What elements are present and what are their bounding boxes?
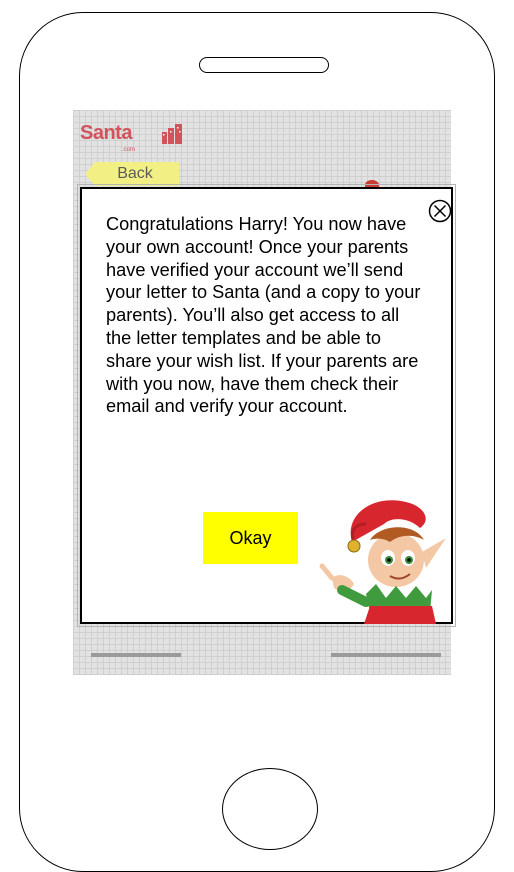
okay-button[interactable]: Okay [203,512,298,564]
site-logo[interactable]: Santa [80,122,132,145]
back-button-label: Back [117,165,153,182]
close-icon[interactable] [428,199,452,223]
site-logo-subtext: .com [122,147,136,153]
speaker-icon [199,57,329,73]
background-divider [331,653,441,657]
dialog-message: Congratulations Harry! You now have your… [106,214,421,417]
elf-illustration [319,500,446,624]
home-button[interactable] [222,768,318,850]
buildings-icon [162,124,182,144]
background-divider [91,653,181,657]
account-created-dialog: Congratulations Harry! You now have your… [80,187,453,624]
back-button[interactable]: Back [85,162,179,186]
